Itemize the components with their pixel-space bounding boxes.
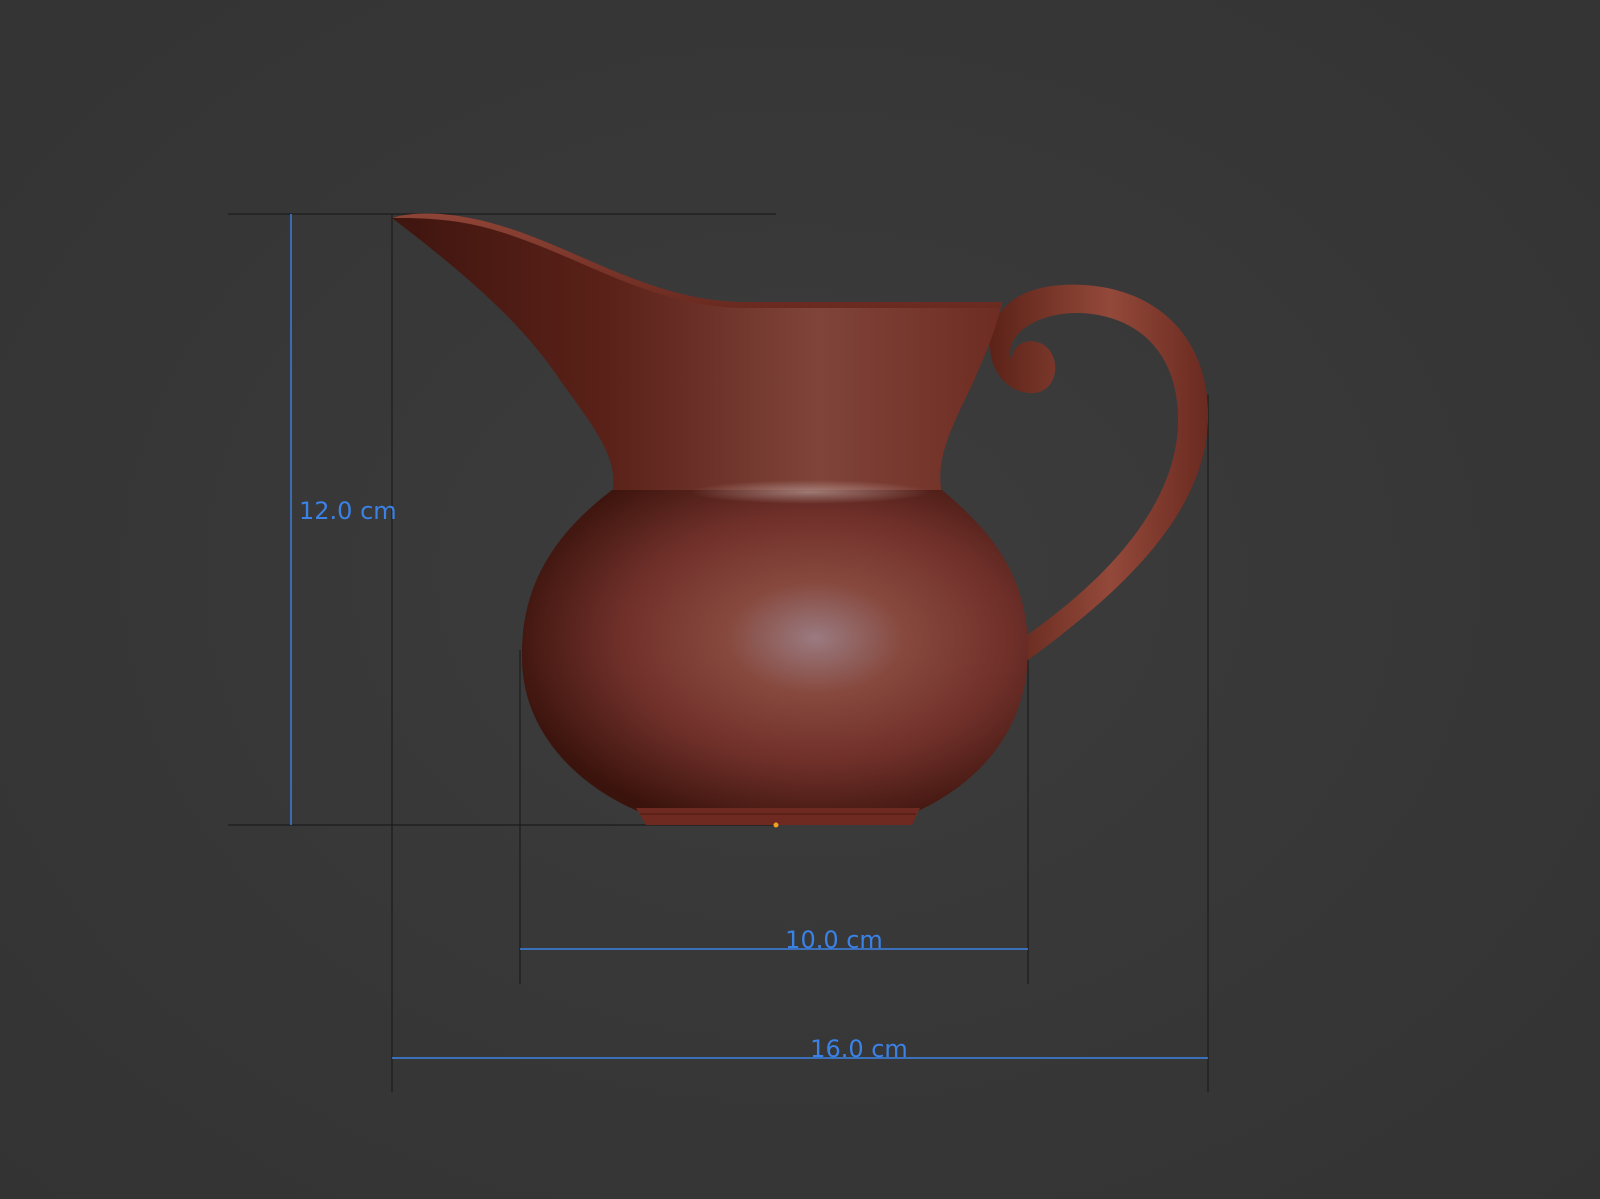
foot-shape — [636, 808, 920, 825]
waist-highlight — [690, 480, 930, 504]
dimension-scene: 12.0 cm 10.0 cm 16.0 cm — [228, 213, 1209, 1092]
origin-marker — [773, 822, 779, 828]
viewport: 12.0 cm 10.0 cm 16.0 cm — [0, 0, 1600, 1199]
body-shape — [521, 490, 1028, 812]
pitcher-icon — [392, 213, 1209, 828]
total-width-dimension-label: 16.0 cm — [810, 1035, 908, 1063]
height-dimension-label: 12.0 cm — [299, 497, 397, 525]
body-width-dimension-label: 10.0 cm — [785, 926, 883, 954]
handle-shape — [989, 284, 1209, 660]
neck-shape — [392, 213, 1002, 495]
